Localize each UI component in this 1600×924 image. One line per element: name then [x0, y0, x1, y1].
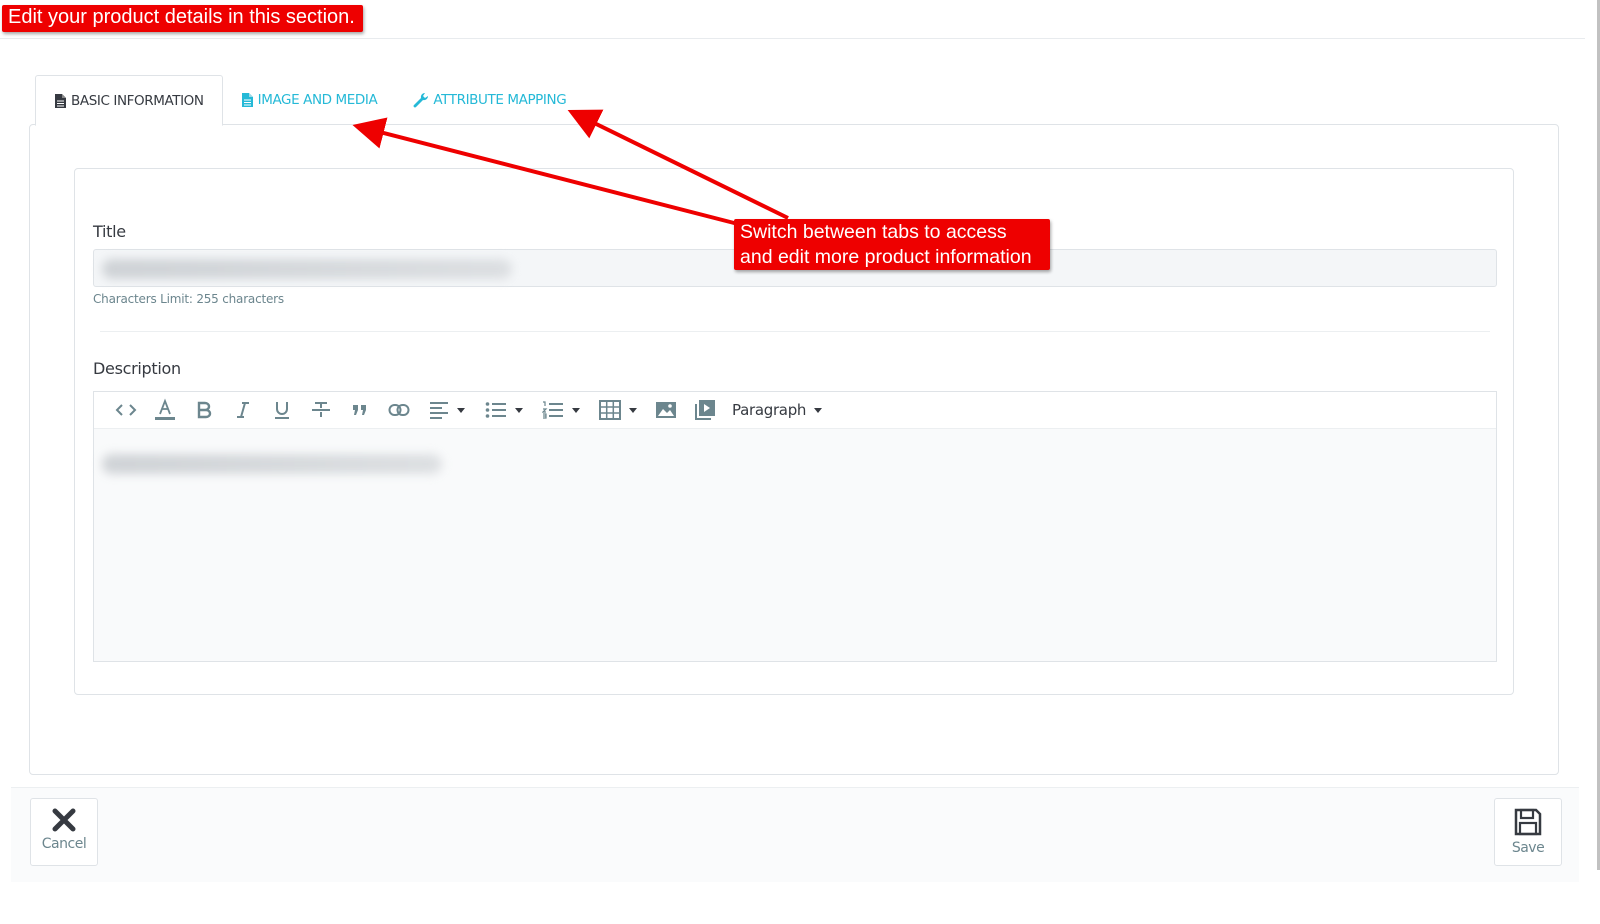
tab-image-and-media[interactable]: IMAGE AND MEDIA	[223, 75, 396, 125]
font-color-button[interactable]	[145, 395, 184, 425]
annotation-tabs-callout-line1: Switch between tabs to access	[740, 221, 1007, 243]
chevron-down-icon	[514, 407, 523, 413]
product-edit-page: Edit your product details in this sectio…	[0, 0, 1600, 924]
bullet-list-dropdown[interactable]	[475, 395, 532, 425]
chevron-down-icon	[814, 407, 823, 413]
link-button[interactable]	[379, 395, 418, 425]
tab-label: BASIC INFORMATION	[71, 92, 204, 109]
underline-button[interactable]	[262, 395, 301, 425]
editor-content-area[interactable]	[94, 429, 1496, 661]
annotation-tabs-callout: Switch between tabs to access and edit m…	[734, 219, 1050, 270]
italic-icon	[236, 402, 249, 418]
file-text-icon	[55, 93, 66, 108]
table-icon	[598, 400, 621, 420]
save-icon	[1514, 808, 1542, 836]
strikethrough-button[interactable]	[301, 395, 340, 425]
image-icon	[655, 402, 676, 418]
blockquote-icon	[352, 405, 366, 415]
annotation-tabs-callout-line2: and edit more product information	[740, 246, 1032, 268]
chevron-down-icon	[571, 407, 580, 413]
wrench-icon	[413, 92, 429, 108]
cancel-button[interactable]: Cancel	[30, 798, 98, 866]
table-dropdown[interactable]	[589, 395, 646, 425]
chevron-down-icon	[456, 407, 465, 413]
bold-button[interactable]	[184, 395, 223, 425]
save-label: Save	[1511, 840, 1545, 856]
font-color-icon	[154, 398, 175, 420]
blockquote-button[interactable]	[340, 395, 379, 425]
italic-button[interactable]	[223, 395, 262, 425]
description-label: Description	[93, 359, 181, 378]
description-content-text	[102, 454, 442, 474]
editor-toolbar: Paragraph	[94, 392, 1496, 429]
bullet-list-icon	[485, 402, 506, 418]
numbered-list-icon	[541, 401, 563, 419]
align-icon	[429, 402, 448, 419]
paragraph-style-dropdown[interactable]: Paragraph	[732, 401, 823, 419]
underline-icon	[274, 402, 289, 419]
file-text-icon	[241, 93, 253, 107]
save-button[interactable]: Save	[1494, 798, 1562, 866]
code-view-icon	[115, 404, 136, 416]
title-label: Title	[93, 222, 126, 241]
bold-icon	[197, 401, 211, 419]
tab-basic-information[interactable]: BASIC INFORMATION	[35, 75, 223, 126]
form-footer: Cancel Save	[11, 787, 1579, 882]
annotation-top-callout: Edit your product details in this sectio…	[2, 5, 363, 32]
tab-label: ATTRIBUTE MAPPING	[433, 92, 567, 108]
product-tabs: BASIC INFORMATION IMAGE AND MEDIA ATTRIB…	[35, 75, 584, 126]
tab-label: IMAGE AND MEDIA	[257, 92, 378, 108]
title-input-value	[102, 259, 512, 279]
numbered-list-dropdown[interactable]	[532, 395, 589, 425]
video-icon	[694, 400, 715, 420]
close-icon	[52, 808, 76, 832]
paragraph-style-label: Paragraph	[732, 401, 807, 419]
align-dropdown[interactable]	[418, 395, 475, 425]
insert-image-button[interactable]	[646, 395, 685, 425]
tab-attribute-mapping[interactable]: ATTRIBUTE MAPPING	[395, 75, 584, 125]
title-char-limit-hint: Characters Limit: 255 characters	[93, 292, 284, 306]
link-icon	[388, 404, 409, 416]
header-divider	[0, 38, 1585, 39]
description-editor: Paragraph	[93, 391, 1497, 662]
strikethrough-icon	[311, 402, 330, 417]
section-divider	[100, 331, 1490, 332]
insert-video-button[interactable]	[685, 395, 724, 425]
code-view-button[interactable]	[106, 395, 145, 425]
chevron-down-icon	[628, 407, 637, 413]
cancel-label: Cancel	[41, 836, 87, 852]
